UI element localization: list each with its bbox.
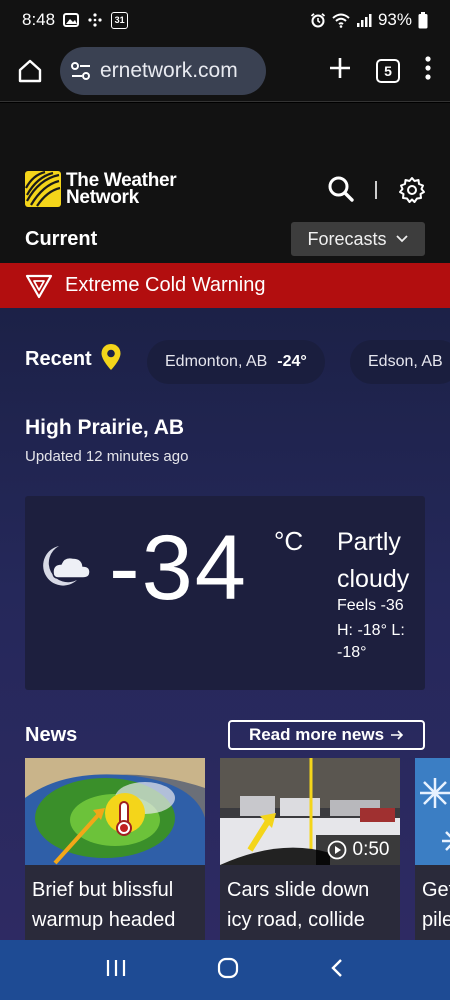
- main-content: Recent Edmonton, AB -24° Edson, AB High …: [0, 308, 450, 940]
- home-button[interactable]: [12, 53, 48, 89]
- status-time: 8:48: [22, 10, 56, 29]
- warning-icon: [25, 274, 53, 298]
- site-settings-icon[interactable]: [70, 60, 92, 82]
- home-icon: [18, 59, 42, 82]
- forecasts-label: Forecasts: [307, 228, 387, 249]
- status-bar: 8:48 31 93%: [0, 0, 450, 40]
- site-logo[interactable]: The Weather Network: [25, 171, 177, 208]
- forecasts-dropdown[interactable]: Forecasts: [291, 222, 425, 256]
- condition-text: Partly cloudy: [337, 528, 410, 593]
- battery-icon: [418, 11, 428, 29]
- news-card[interactable]: Brief but blissful warmup headed for the…: [25, 758, 205, 940]
- recent-apps-icon: [106, 959, 125, 976]
- temperature-unit: °C: [274, 526, 304, 556]
- feels-like: Feels -36: [337, 597, 404, 614]
- video-duration-badge: 0:50: [316, 835, 400, 865]
- logo-line-2: Network: [66, 187, 139, 208]
- weather-warning-banner[interactable]: Extreme Cold Warning: [0, 263, 450, 308]
- news-thumbnail: [25, 758, 205, 865]
- recent-location-chip[interactable]: Edmonton, AB -24°: [147, 340, 325, 384]
- home-circle-icon: [217, 957, 239, 978]
- play-icon: [327, 840, 346, 860]
- video-duration: 0:50: [352, 839, 390, 860]
- current-temperature: -34: [109, 517, 248, 619]
- read-more-label: Read more news: [248, 725, 385, 744]
- home-nav-button[interactable]: [216, 956, 240, 985]
- image-icon: [63, 12, 80, 28]
- current-label: Current: [25, 228, 98, 250]
- wifi-icon: [332, 12, 350, 28]
- gear-icon: [399, 177, 425, 203]
- recent-location-chip[interactable]: Edson, AB: [350, 340, 450, 384]
- news-title: Brief but blissful warmup headed for the…: [32, 879, 176, 940]
- plus-icon: [330, 58, 350, 78]
- recent-chip-city: Edmonton, AB: [165, 353, 268, 370]
- new-tab-button[interactable]: [328, 56, 352, 85]
- read-more-news-button[interactable]: Read more news: [228, 720, 425, 750]
- news-heading: News: [25, 724, 78, 746]
- news-card[interactable]: 0:50 Cars slide down icy road, collide w…: [220, 758, 400, 940]
- url-text[interactable]: ernetwork.com: [100, 59, 238, 83]
- search-button[interactable]: [327, 175, 355, 208]
- address-bar[interactable]: ernetwork.com: [60, 46, 266, 95]
- recent-apps-button[interactable]: [105, 958, 127, 983]
- warning-text: Extreme Cold Warning: [65, 274, 266, 296]
- recent-section: Recent: [25, 343, 122, 376]
- signal-icon: [356, 12, 372, 28]
- calendar-icon: 31: [111, 11, 129, 29]
- updated-time: Updated 12 minutes ago: [25, 448, 189, 465]
- header-divider: [375, 181, 377, 199]
- recent-chip-temp: -24°: [277, 353, 307, 370]
- battery-percent: 93%: [377, 10, 412, 29]
- location-pin-icon[interactable]: [100, 343, 122, 376]
- arrow-right-icon: [391, 730, 404, 740]
- browser-toolbar: ernetwork.com 5: [0, 40, 450, 102]
- alarm-icon: [310, 12, 326, 28]
- news-thumbnail: [415, 758, 450, 865]
- chevron-down-icon: [395, 235, 408, 243]
- system-navigation-bar: [0, 940, 450, 1000]
- settings-button[interactable]: [398, 176, 426, 209]
- location-name: High Prairie, AB: [25, 416, 185, 439]
- site-header: The Weather Network Current Forecasts: [0, 103, 450, 263]
- search-icon: [328, 176, 354, 202]
- tab-count: 5: [384, 62, 392, 79]
- calendar-day: 31: [114, 15, 125, 25]
- news-title: Cars slide down icy road, collide with: [227, 879, 370, 940]
- back-button[interactable]: [329, 957, 345, 984]
- current-conditions-card: -34 °C Partly cloudy Feels -36 H: -18° L…: [25, 496, 425, 690]
- back-icon: [331, 958, 343, 977]
- recent-label: Recent: [25, 348, 92, 370]
- news-card[interactable]: Get piled: [415, 758, 450, 940]
- more-vert-icon: [425, 56, 431, 80]
- dots-move-icon: [87, 12, 103, 28]
- news-thumbnail: 0:50: [220, 758, 400, 865]
- recent-chip-city: Edson, AB: [368, 353, 443, 370]
- high-low: H: -18° L: -18°: [337, 622, 405, 661]
- partly-cloudy-night-icon: [37, 542, 93, 595]
- news-title: Get piled: [422, 879, 450, 931]
- tab-switcher-button[interactable]: 5: [376, 58, 400, 83]
- browser-menu-button[interactable]: [424, 56, 432, 85]
- weather-network-logo-icon: [25, 171, 61, 207]
